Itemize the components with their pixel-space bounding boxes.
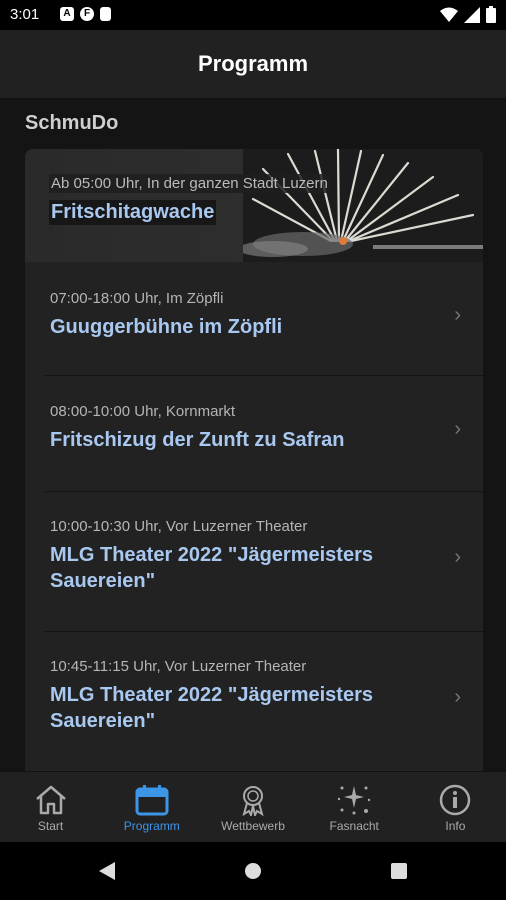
event-title: MLG Theater 2022 "Jägermeisters Sauereie… [50,544,373,592]
award-icon [242,786,264,816]
signal-icon [464,6,480,23]
nav-info[interactable]: Info [405,772,506,843]
featured-event[interactable]: Ab 05:00 Uhr, In der ganzen Stadt Luzern… [25,149,483,262]
program-list[interactable]: SchmuDo Ab 05:00 Uhr, In der ganzen Stad… [0,99,506,771]
nav-label: Wettbewerb [221,819,285,833]
app-bar: Programm [0,30,506,99]
battery-icon [486,6,496,23]
system-nav-bar [0,842,506,900]
f-icon: F [80,7,94,21]
home-circle-icon[interactable] [244,862,262,880]
sd-card-icon [100,7,111,21]
page-title: Programm [197,51,309,76]
calendar-icon [135,785,169,816]
nav-fasnacht[interactable]: Fasnacht [304,772,405,843]
event-title: MLG Theater 2022 "Jägermeisters Sauereie… [50,684,373,732]
event-subtitle: 08:00-10:00 Uhr, Kornmarkt [50,403,236,420]
home-icon [35,785,66,815]
fireworks-image [243,149,483,262]
event-row[interactable]: 07:00-18:00 Uhr, Im Zöpfli Guuggerbühne … [25,262,483,375]
status-time: 3:01 [10,6,40,23]
featured-event-subtitle: Ab 05:00 Uhr, In der ganzen Stadt Luzern [49,174,330,193]
section-title: SchmuDo [25,112,119,134]
status-system-icons [440,6,496,23]
recents-icon[interactable] [391,863,407,879]
featured-event-title: Fritschitagwache [49,200,217,225]
event-subtitle: 10:00-10:30 Uhr, Vor Luzerner Theater [50,518,308,535]
nav-start[interactable]: Start [0,772,101,843]
a-icon: A [60,7,74,21]
info-icon [440,784,471,816]
nav-programm[interactable]: Programm [101,772,202,843]
event-row[interactable]: 10:45-11:15 Uhr, Vor Luzerner Theater ML… [25,632,483,771]
event-title: Fritschizug der Zunft zu Safran [50,429,345,451]
nav-label: Programm [123,819,180,833]
chevron-right-icon: › [454,546,461,568]
event-title: Guuggerbühne im Zöpfli [50,316,283,338]
nav-label: Info [445,819,466,833]
nav-wettbewerb[interactable]: Wettbewerb [202,772,303,843]
back-icon[interactable] [97,861,117,881]
nav-label: Start [37,819,64,833]
event-row[interactable]: 10:00-10:30 Uhr, Vor Luzerner Theater ML… [25,492,483,631]
chevron-right-icon: › [454,686,461,708]
status-bar: 3:01 A F [0,0,506,30]
chevron-right-icon: › [454,418,461,440]
event-subtitle: 07:00-18:00 Uhr, Im Zöpfli [50,290,224,307]
chevron-right-icon: › [454,304,461,326]
events-card: Ab 05:00 Uhr, In der ganzen Stadt Luzern… [25,149,483,771]
bottom-nav: Start Programm Wettbewerb Fasnacht Info [0,771,506,843]
event-row[interactable]: 08:00-10:00 Uhr, Kornmarkt Fritschizug d… [25,376,483,491]
nav-label: Fasnacht [329,819,379,833]
event-subtitle: 10:45-11:15 Uhr, Vor Luzerner Theater [50,658,307,675]
status-notification-icons: A F [60,7,111,21]
wifi-icon [440,7,458,22]
sparkles-icon [338,786,371,815]
